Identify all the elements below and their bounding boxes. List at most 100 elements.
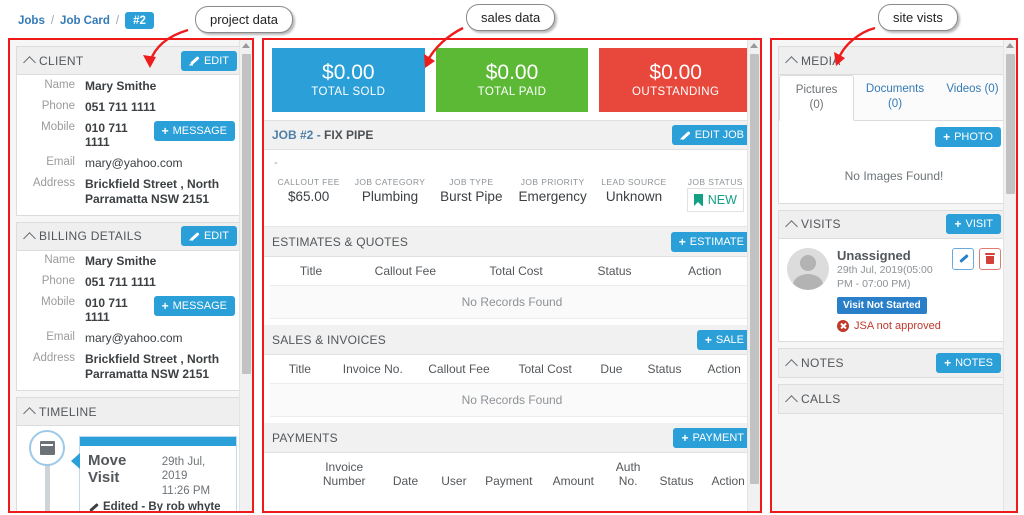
scrollbar-thumb[interactable] [750, 54, 759, 484]
breadcrumb-job-card[interactable]: Job Card [60, 15, 110, 27]
estimates-empty-message: No Records Found [270, 285, 754, 319]
job-title-separator: - [313, 128, 325, 142]
timeline-entry-date: 29th Jul, 2019 [161, 456, 206, 483]
payments-col-user: User [441, 474, 467, 488]
billing-section-header[interactable]: BILLING DETAILS EDIT [17, 222, 245, 251]
job-meta-type: JOB TYPE Burst Pipe [431, 177, 512, 212]
add-payment-button[interactable]: + PAYMENT [673, 427, 752, 448]
scrollbar-thumb[interactable] [1006, 54, 1015, 194]
pencil-icon [88, 502, 99, 511]
billing-fields: Name Mary Smithe Phone 051 711 1111 Mobi… [17, 251, 245, 391]
stat-tiles: $0.00 TOTAL SOLD $0.00 TOTAL PAID $0.00 … [264, 40, 760, 112]
billing-phone-key: Phone [41, 275, 75, 287]
site-visits-scrollbar[interactable] [1003, 40, 1016, 511]
add-notes-button[interactable]: + NOTES [936, 353, 1001, 374]
sales-col-total-cost: Total Cost [518, 362, 572, 376]
visits-section-header[interactable]: VISITS + VISIT [779, 210, 1009, 239]
chevron-up-icon[interactable] [23, 231, 36, 245]
notes-section-header[interactable]: NOTES + NOTES [779, 349, 1009, 378]
sales-col-status: Status [647, 362, 682, 376]
scrollbar-thumb[interactable] [242, 54, 251, 374]
job-category-value: Plumbing [361, 189, 419, 204]
breadcrumb-jobs[interactable]: Jobs [18, 15, 45, 27]
client-section-header[interactable]: CLIENT EDIT [17, 47, 245, 75]
project-data-scrollbar[interactable] [239, 40, 252, 511]
sales-table-header: Title Invoice No. Callout Fee Total Cost… [264, 355, 760, 383]
billing-message-button[interactable]: + MESSAGE [153, 296, 235, 316]
client-mobile-key: Mobile [41, 120, 75, 133]
calls-title-text: CALLS [801, 392, 841, 407]
add-visit-button[interactable]: + VISIT [946, 214, 1001, 235]
billing-field-email: Email mary@yahoo.com [17, 328, 245, 349]
estimates-table: Title Callout Fee Total Cost Status Acti… [264, 257, 760, 319]
chevron-up-icon[interactable] [23, 56, 36, 69]
notes-card: NOTES + NOTES [778, 348, 1010, 379]
breadcrumb-separator-2: / [115, 14, 120, 27]
pencil-icon [680, 130, 691, 141]
add-estimate-button[interactable]: + ESTIMATE [670, 231, 752, 252]
job-meta-row: CALLOUT FEE $65.00 JOB CATEGORY Plumbing… [264, 171, 760, 227]
outstanding-amount: $0.00 [649, 60, 702, 84]
delete-visit-button[interactable] [979, 247, 1001, 270]
calls-card: CALLS [778, 384, 1010, 415]
billing-section-title: BILLING DETAILS [23, 229, 142, 245]
client-edit-button[interactable]: EDIT [180, 50, 237, 71]
tab-pictures[interactable]: Pictures (0) [779, 75, 855, 121]
timeline-entry: Move Visit 29th Jul, 2019 11:26 PM Edite… [71, 436, 237, 511]
payments-col-status: Status [659, 474, 694, 488]
sales-data-scrollbar[interactable] [747, 40, 760, 511]
sales-col-callout-fee: Callout Fee [428, 362, 490, 376]
job-number: JOB #2 [272, 128, 314, 142]
client-field-mobile: Mobile 010 711 1111 + MESSAGE [17, 117, 245, 152]
add-sale-button[interactable]: + SALE [696, 329, 752, 350]
visit-assignee: Unassigned [837, 247, 911, 263]
media-empty-message: No Images Found! [844, 168, 944, 183]
media-section-header[interactable]: MEDIA [779, 47, 1009, 75]
billing-email-value: mary@yahoo.com [85, 331, 183, 345]
job-type-label: JOB TYPE [449, 177, 494, 187]
timeline-entry-title: Move Visit [88, 452, 127, 486]
chevron-up-icon[interactable] [23, 407, 36, 420]
calendar-icon [29, 430, 65, 466]
billing-details-card: BILLING DETAILS EDIT Name Mary Smithe Ph… [16, 221, 246, 391]
calls-section-header[interactable]: CALLS [779, 385, 1009, 414]
job-status-badge[interactable]: NEW [686, 188, 744, 212]
add-sale-label: SALE [715, 333, 744, 346]
billing-edit-button[interactable]: EDIT [180, 226, 237, 246]
billing-field-address: Address Brickfield Street , North Parram… [17, 349, 245, 391]
plus-icon: + [944, 356, 952, 371]
timeline-title-text: TIMELINE [39, 404, 97, 419]
project-data-scrollpane: CLIENT EDIT Name Mary Smithe Phone 051 7… [10, 40, 252, 511]
plus-icon: + [678, 234, 686, 249]
chevron-up-icon[interactable] [785, 220, 798, 233]
job-description: - [264, 150, 760, 171]
billing-name-value: Mary Smithe [85, 254, 157, 268]
scroll-up-arrow-icon[interactable] [1006, 43, 1014, 48]
chevron-up-icon[interactable] [785, 394, 798, 408]
chevron-up-icon[interactable] [785, 56, 798, 69]
timeline-section-header[interactable]: TIMELINE [17, 398, 245, 426]
client-section-title: CLIENT [23, 54, 83, 69]
job-name: FIX PIPE [324, 128, 374, 142]
estimates-col-total-cost: Total Cost [489, 264, 543, 278]
tab-documents[interactable]: Documents (0) [854, 75, 936, 120]
pencil-icon [189, 231, 200, 242]
edit-visit-button[interactable] [952, 247, 974, 270]
billing-field-mobile: Mobile 010 711 1111 + MESSAGE [17, 293, 245, 328]
tab-videos[interactable]: Videos (0) [936, 75, 1009, 120]
total-paid-amount: $0.00 [485, 60, 539, 84]
client-card: CLIENT EDIT Name Mary Smithe Phone 051 7… [16, 46, 246, 216]
breadcrumb-current-badge: #2 [125, 12, 154, 29]
scroll-up-arrow-icon[interactable] [750, 43, 758, 48]
notes-title-text: NOTES [801, 356, 844, 371]
plus-icon: + [681, 430, 689, 445]
billing-mobile-key: Mobile [41, 296, 75, 308]
add-photo-button[interactable]: + PHOTO [935, 126, 1001, 147]
edit-job-button[interactable]: EDIT JOB [671, 125, 752, 145]
pencil-icon [958, 253, 969, 264]
payments-header: PAYMENTS + PAYMENT [264, 423, 760, 453]
scroll-up-arrow-icon[interactable] [242, 43, 250, 48]
client-message-button[interactable]: + MESSAGE [153, 120, 235, 141]
chevron-up-icon[interactable] [785, 358, 798, 372]
breadcrumb: Jobs / Job Card / #2 [18, 12, 154, 29]
